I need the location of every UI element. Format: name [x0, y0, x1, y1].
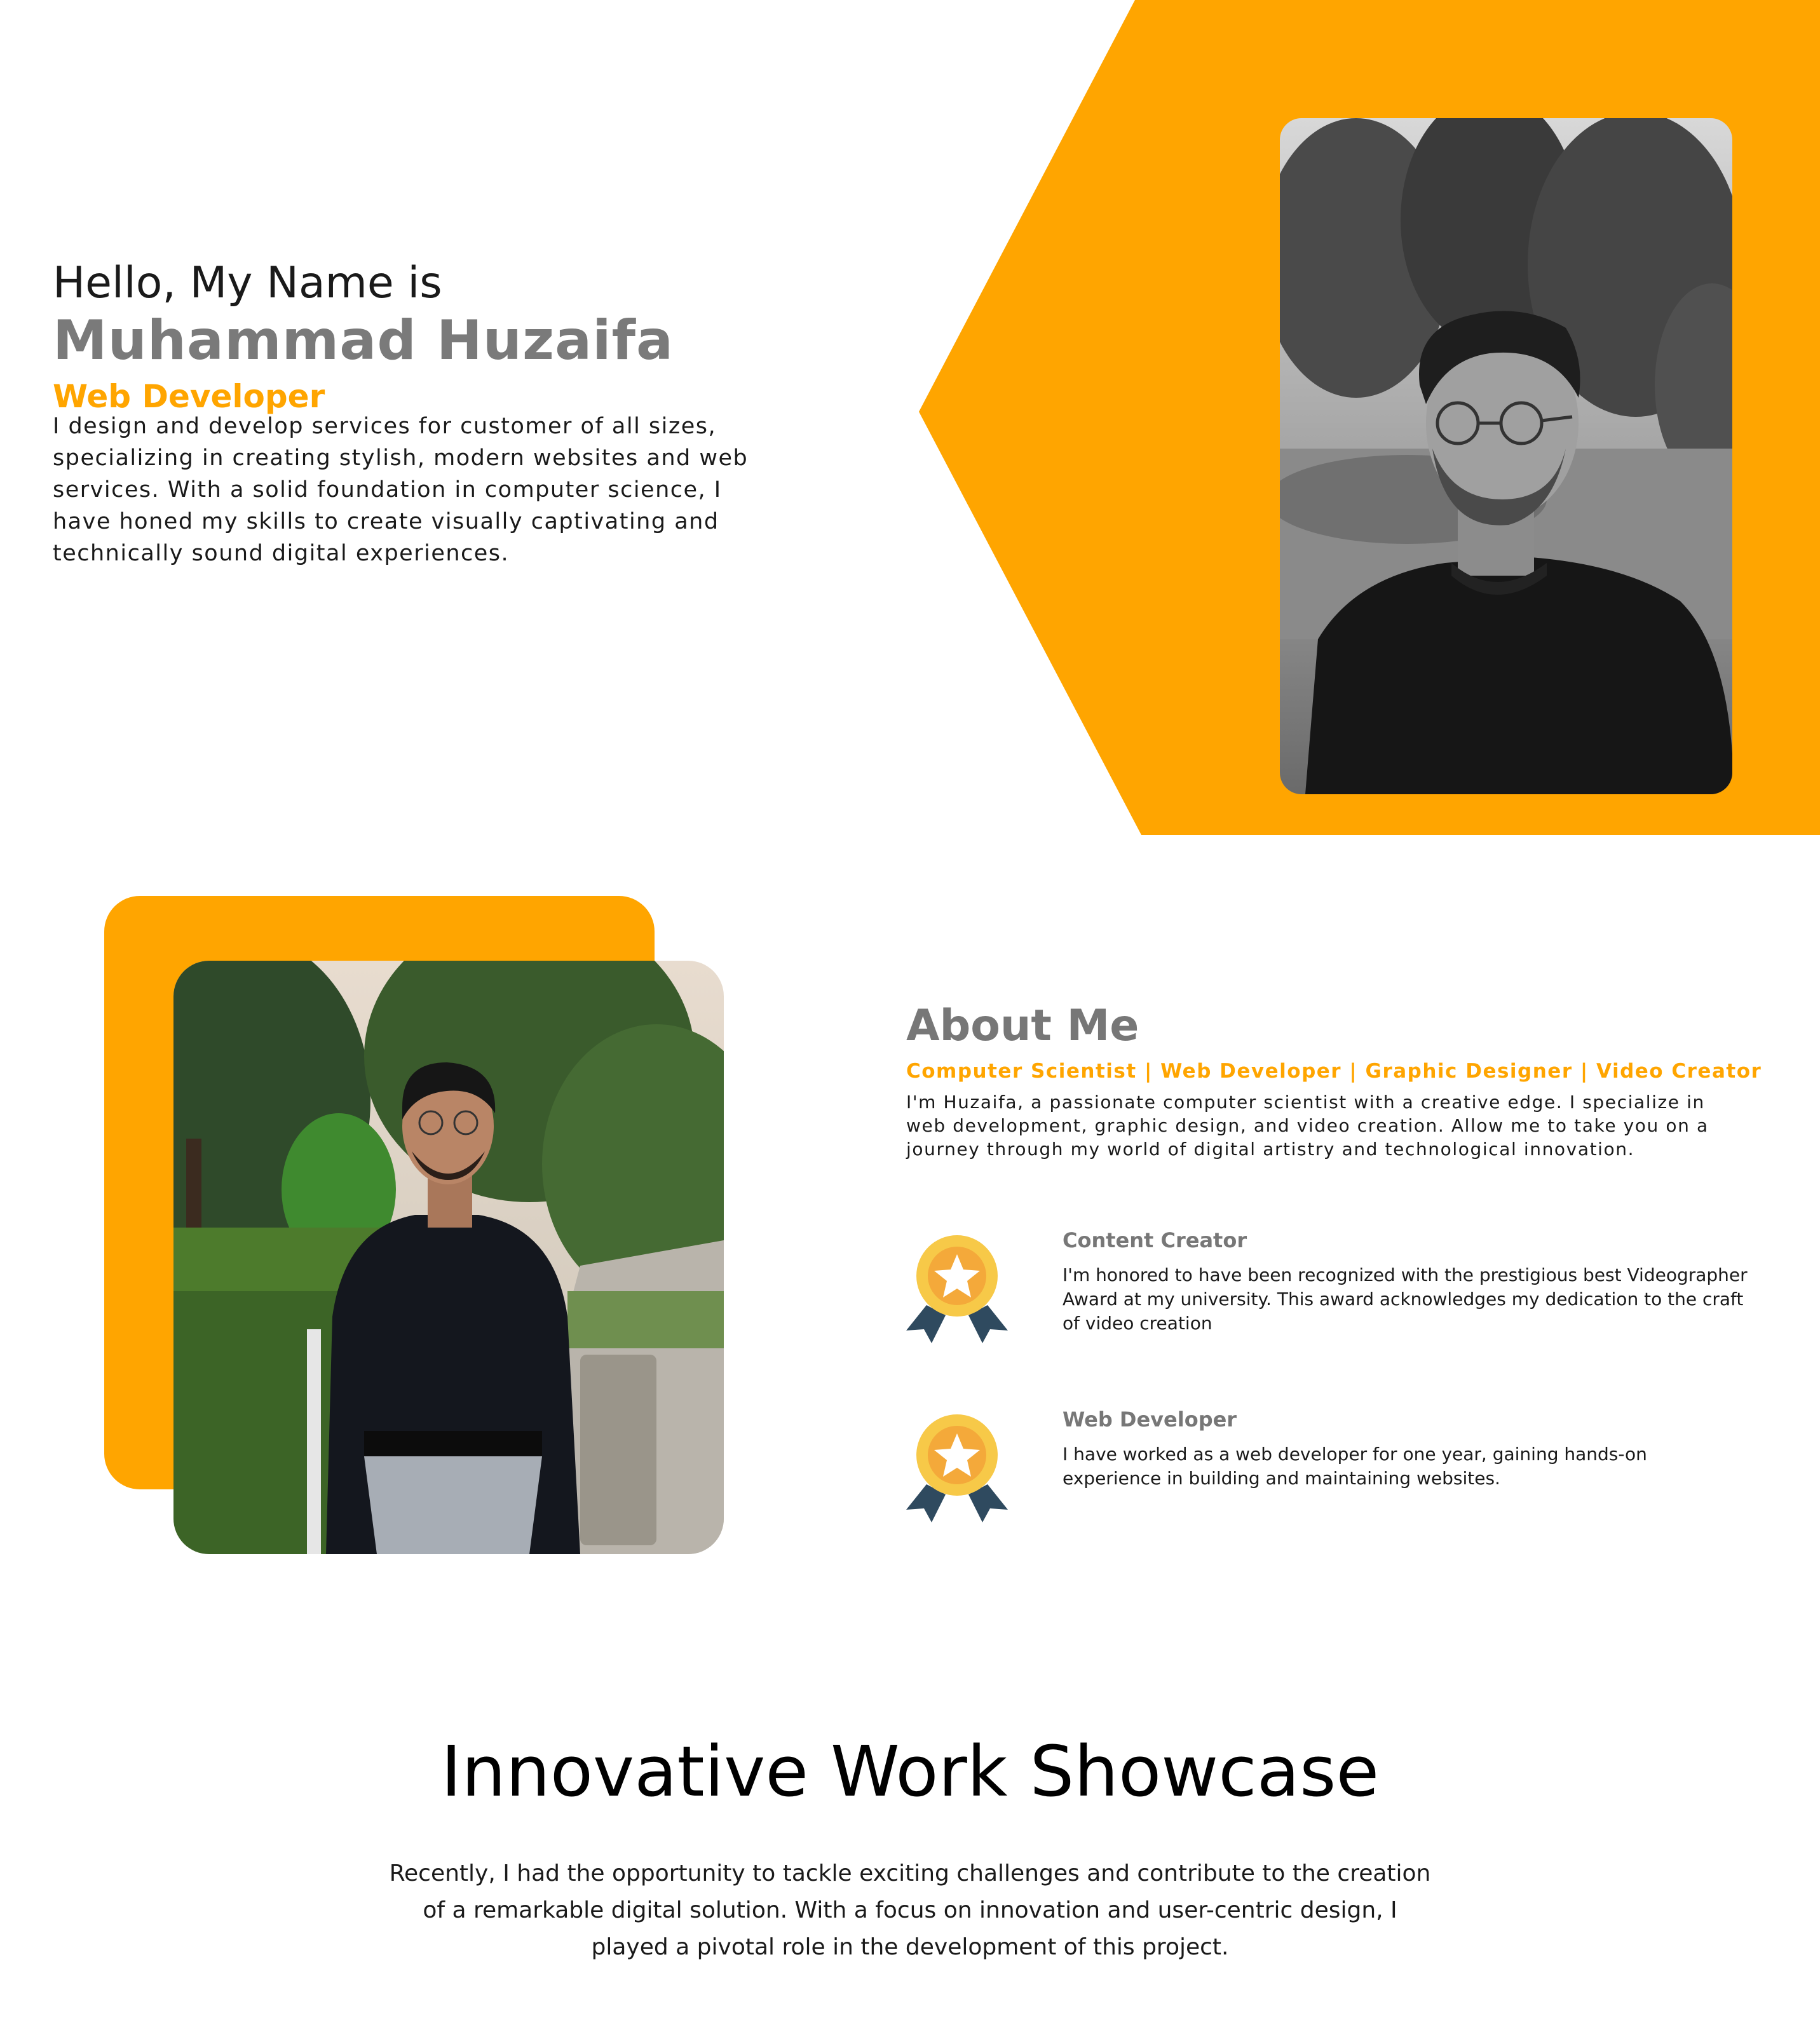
hero-text: Hello, My Name is Muhammad Huzaifa Web D…	[53, 257, 764, 569]
award-medal-icon	[906, 1414, 1008, 1522]
award-medal-icon	[906, 1235, 1008, 1343]
about-text: About Me Computer Scientist | Web Develo…	[906, 999, 1762, 1161]
hero-description: I design and develop services for custom…	[53, 414, 749, 566]
about-description: I'm Huzaifa, a passionate computer scien…	[906, 1092, 1709, 1160]
hero-profile-photo	[1280, 118, 1732, 794]
hero-role: Web Developer	[53, 378, 325, 415]
award-description: I have worked as a web developer for one…	[1063, 1444, 1647, 1489]
award-title: Web Developer	[1063, 1407, 1237, 1432]
about-profile-photo	[173, 961, 724, 1554]
award-title: Content Creator	[1063, 1228, 1247, 1252]
hero-name: Muhammad Huzaifa	[53, 309, 674, 372]
about-subtitle: Computer Scientist | Web Developer | Gra…	[906, 1060, 1762, 1083]
hero-greeting: Hello, My Name is	[53, 258, 442, 308]
showcase-title: Innovative Work Showcase	[440, 1731, 1380, 1812]
showcase-description: Recently, I had the opportunity to tackl…	[389, 1860, 1431, 1960]
award-description: I'm honored to have been recognized with…	[1063, 1264, 1748, 1334]
about-title: About Me	[906, 1001, 1139, 1051]
